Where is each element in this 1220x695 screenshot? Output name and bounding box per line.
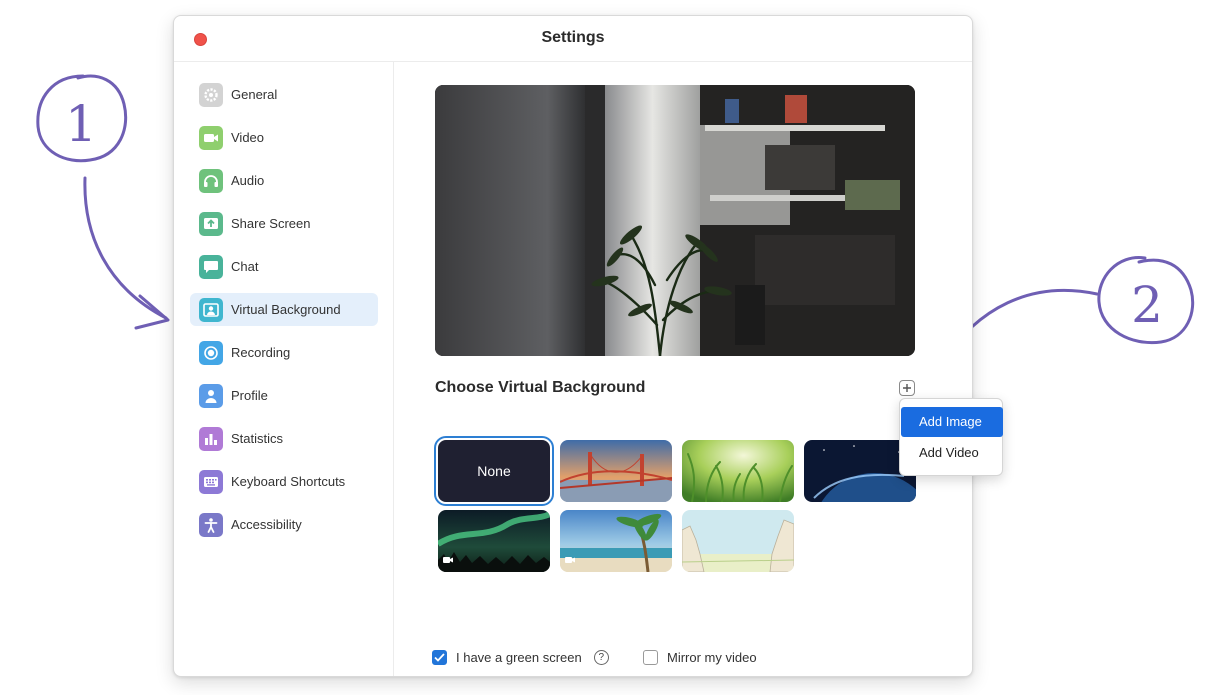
sidebar-item-label: Statistics <box>231 431 284 446</box>
record-icon <box>199 340 223 365</box>
keyboard-icon <box>199 469 223 494</box>
background-thumb-golden-gate[interactable] <box>560 440 672 502</box>
sidebar-item-label: Share Screen <box>231 216 311 231</box>
sidebar-item-label: Video <box>231 130 265 145</box>
mirror-video-label: Mirror my video <box>667 650 757 665</box>
sidebar-item-share-screen[interactable]: Share Screen <box>190 207 378 240</box>
main-panel: Choose Virtual Background None I have a … <box>395 62 972 676</box>
background-thumb-cartoon[interactable] <box>682 510 794 572</box>
sidebar-item-label: Keyboard Shortcuts <box>231 474 346 489</box>
sidebar-item-recording[interactable]: Recording <box>190 336 378 369</box>
share-screen-icon <box>199 211 223 236</box>
sidebar-item-label: Virtual Background <box>231 302 341 317</box>
sidebar-item-accessibility[interactable]: Accessibility <box>190 508 378 541</box>
add-background-menu: Add Image Add Video <box>899 398 1003 476</box>
green-screen-checkbox[interactable]: I have a green screen ? <box>432 650 609 665</box>
video-camera-icon <box>199 125 223 150</box>
sidebar-item-label: Profile <box>231 388 268 403</box>
background-thumb-northern-lights[interactable] <box>438 510 550 572</box>
checkmark-icon <box>434 653 445 662</box>
add-background-button[interactable] <box>899 380 915 396</box>
menu-item-add-image[interactable]: Add Image <box>901 407 1003 437</box>
thumb-label: None <box>477 463 511 479</box>
section-title: Choose Virtual Background <box>435 379 646 396</box>
title-bar: Settings <box>174 16 972 62</box>
sidebar-item-label: Audio <box>231 173 265 188</box>
sidebar-item-label: General <box>231 87 278 102</box>
sidebar-item-chat[interactable]: Chat <box>190 250 378 283</box>
annotation-circle-2 <box>1097 256 1195 345</box>
plus-icon <box>903 384 911 392</box>
green-screen-label: I have a green screen <box>456 650 582 665</box>
sidebar-item-label: Accessibility <box>231 517 302 532</box>
annotation-circle-1 <box>36 74 128 163</box>
mirror-video-checkbox[interactable]: Mirror my video <box>643 650 757 665</box>
annotation-arrow-1 <box>83 176 168 320</box>
sidebar-item-video[interactable]: Video <box>190 121 378 154</box>
background-thumb-none[interactable]: None <box>434 436 554 506</box>
checkbox-unchecked[interactable] <box>643 650 658 665</box>
user-icon <box>199 383 223 408</box>
help-icon[interactable]: ? <box>593 650 609 665</box>
camera-preview <box>435 85 915 356</box>
background-thumb-grass[interactable] <box>682 440 794 502</box>
annotation-step-1: 1 <box>36 74 170 330</box>
sidebar-item-statistics[interactable]: Statistics <box>190 422 378 455</box>
sidebar-item-label: Recording <box>231 345 291 360</box>
checkbox-checked[interactable] <box>432 650 447 665</box>
annotation-number-1: 1 <box>65 95 97 153</box>
headphones-icon <box>199 168 223 193</box>
annotation-number-2: 2 <box>1131 276 1163 334</box>
chat-bubble-icon <box>199 254 223 279</box>
sidebar-item-general[interactable]: General <box>190 78 378 111</box>
sidebar-item-keyboard-shortcuts[interactable]: Keyboard Shortcuts <box>190 465 378 498</box>
gear-icon <box>199 82 223 107</box>
window-title: Settings <box>541 29 605 46</box>
bar-chart-icon <box>199 426 223 451</box>
person-portrait-icon <box>199 297 223 322</box>
settings-window: Settings General Video Audio Share Scree… <box>173 15 973 677</box>
sidebar: General Video Audio Share Screen Chat Vi… <box>174 62 394 676</box>
background-thumb-beach[interactable] <box>560 510 672 572</box>
sidebar-item-audio[interactable]: Audio <box>190 164 378 197</box>
sidebar-item-virtual-background[interactable]: Virtual Background <box>190 293 378 326</box>
menu-item-add-video[interactable]: Add Video <box>901 438 1003 468</box>
sidebar-item-label: Chat <box>231 259 259 274</box>
sidebar-item-profile[interactable]: Profile <box>190 379 378 412</box>
accessibility-icon <box>199 512 223 537</box>
